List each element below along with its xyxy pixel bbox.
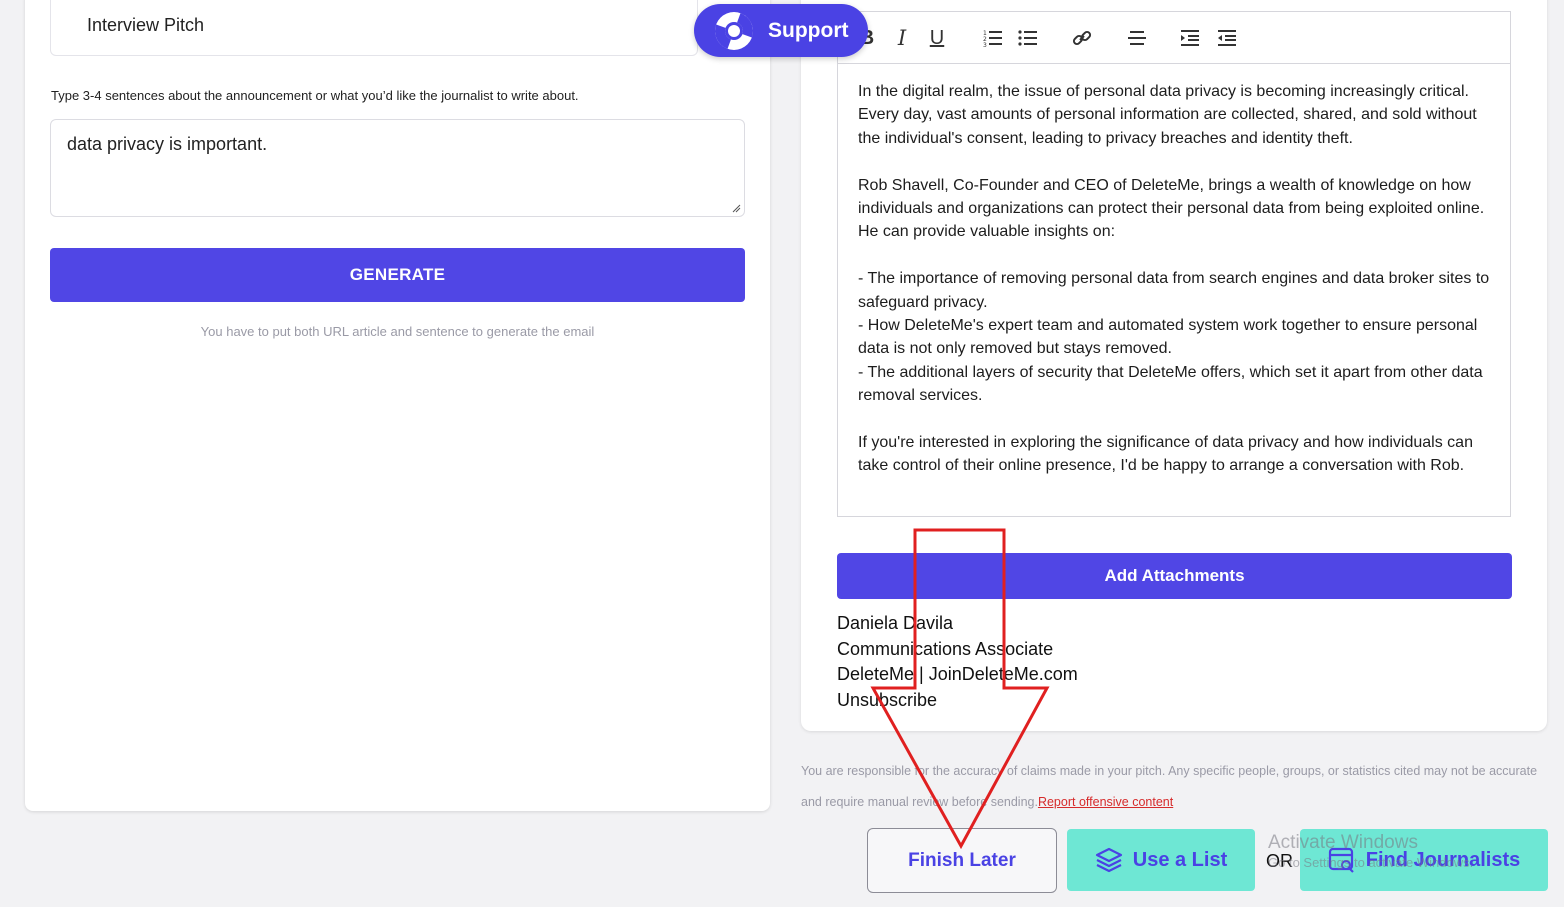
accuracy-disclaimer: You are responsible for the accuracy of … <box>801 756 1541 818</box>
signature-name: Daniela Davila <box>837 613 954 633</box>
pitch-type-value: Interview Pitch <box>87 15 205 35</box>
email-signature: Daniela Davila Communications Associate … <box>837 611 1078 713</box>
email-paragraph: If you're interested in exploring the si… <box>858 434 1473 475</box>
email-body[interactable]: In the digital realm, the issue of perso… <box>858 80 1498 501</box>
signature-company: DeleteMe | JoinDeleteMe.com <box>837 664 1078 684</box>
strikethrough-icon[interactable] <box>1127 26 1147 50</box>
email-bullet: - The importance of removing personal da… <box>858 270 1490 311</box>
sentence-instruction: Type 3-4 sentences about the announcemen… <box>51 88 579 103</box>
layers-icon <box>1095 847 1122 873</box>
outdent-icon[interactable] <box>1217 26 1237 50</box>
report-offensive-link[interactable]: Report offensive content <box>1038 795 1173 809</box>
ordered-list-icon[interactable]: 123 <box>983 26 1003 50</box>
signature-title: Communications Associate <box>837 638 1054 659</box>
watermark-title: Activate Windows <box>1268 832 1418 853</box>
generate-button[interactable]: GENERATE <box>50 248 745 302</box>
support-label: Support <box>768 18 849 42</box>
underline-icon[interactable]: U <box>928 26 946 50</box>
sentence-value: data privacy is important. <box>67 134 268 154</box>
generate-hint: You have to put both URL article and sen… <box>200 324 595 339</box>
finish-later-button[interactable]: Finish Later <box>867 828 1057 893</box>
email-bullet: - How DeleteMe's expert team and automat… <box>858 317 1478 358</box>
watermark-subtitle: Go to Settings to activate Windows. <box>1268 855 1474 870</box>
bullet-list-icon[interactable] <box>1018 26 1038 50</box>
italic-icon[interactable]: I <box>894 26 910 50</box>
sentence-textarea[interactable]: data privacy is important. <box>50 119 745 217</box>
email-editor[interactable]: B I U 123 In the digital realm, the issu… <box>837 11 1511 517</box>
add-attachments-button[interactable]: Add Attachments <box>837 553 1512 599</box>
unsubscribe-link[interactable]: Unsubscribe <box>837 688 1078 714</box>
editor-toolbar: B I U 123 <box>838 12 1510 64</box>
support-button[interactable]: Support <box>694 4 868 57</box>
email-bullet: - The additional layers of security that… <box>858 363 1483 405</box>
use-list-label: Use a List <box>1132 848 1228 871</box>
resize-grip-icon[interactable] <box>731 203 741 213</box>
indent-icon[interactable] <box>1180 26 1200 50</box>
pitch-type-select[interactable]: Interview Pitch <box>50 0 698 56</box>
use-list-button[interactable]: Use a List <box>1067 829 1255 891</box>
link-icon[interactable] <box>1072 26 1092 50</box>
svg-text:3: 3 <box>983 42 987 47</box>
lifebuoy-icon <box>715 11 753 50</box>
activate-windows-watermark: Activate Windows Go to Settings to activ… <box>1268 832 1473 870</box>
email-paragraph: Rob Shavell, Co-Founder and CEO of Delet… <box>858 176 1485 241</box>
email-paragraph: In the digital realm, the issue of perso… <box>858 83 1477 147</box>
